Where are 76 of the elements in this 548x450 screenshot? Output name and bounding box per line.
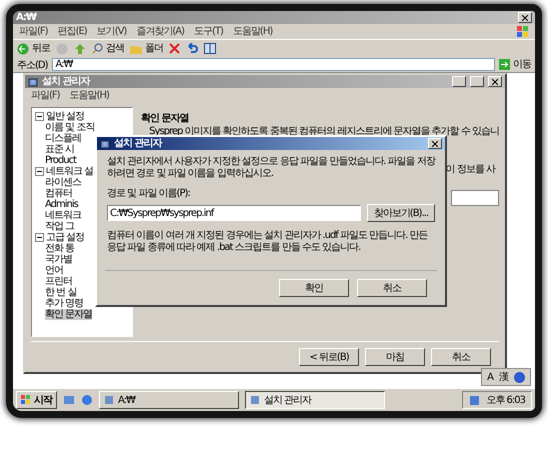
collapse-icon[interactable] <box>35 112 44 121</box>
dialog-button[interactable]: 확인 <box>279 279 349 297</box>
wizard-button[interactable]: < 뒤로(B) <box>299 348 359 366</box>
taskbar-button[interactable]: 설치 관리자 <box>245 391 385 409</box>
close-icon <box>432 140 438 146</box>
menu-item[interactable]: 파일(F) <box>19 26 48 38</box>
tree-item[interactable]: 표준 시 <box>45 144 74 155</box>
tree-item[interactable]: Adminis <box>45 199 78 210</box>
text-field[interactable] <box>451 190 499 206</box>
minimize-button[interactable] <box>452 76 466 87</box>
menu-item[interactable]: 파일(F) <box>31 90 60 102</box>
field-label: 경로 및 파일 이름(P): <box>107 188 191 200</box>
page-heading: 확인 문자열 <box>141 113 190 125</box>
menu-item[interactable]: 도구(T) <box>194 26 223 38</box>
collapse-icon[interactable] <box>35 233 44 242</box>
tree-item[interactable]: 프린터 <box>45 276 72 287</box>
back-button[interactable]: 뒤로 <box>17 42 50 54</box>
address-label: 주소(D) <box>17 58 48 72</box>
tree-item[interactable]: Product <box>45 155 76 166</box>
close-button[interactable] <box>428 138 442 149</box>
tree-item[interactable]: 이름 및 조직 <box>45 122 94 133</box>
dialog-message: 설치 관리자에서 사용자가 지정한 설정으로 응답 파일을 만들었습니다. 파일을 저장하려면 경로 및 파일 이름을 입력하십시오. <box>107 156 435 180</box>
path-field[interactable]: C:₩Sysprep₩sysprep.inf <box>107 205 361 221</box>
maximize-button[interactable] <box>470 76 484 87</box>
tree-item[interactable]: 작업 그 <box>45 221 74 232</box>
close-icon <box>522 14 528 20</box>
tree-item[interactable]: 국가별 <box>45 254 72 265</box>
tree-item[interactable]: 네트워크 <box>45 210 81 221</box>
menu-item[interactable]: 도움말(H) <box>70 90 109 102</box>
tree-item[interactable]: 디스플레 <box>45 133 81 144</box>
views-icon[interactable] <box>204 43 216 54</box>
window-title: 설치 관리자 <box>42 76 91 88</box>
menu-item[interactable]: 편집(E) <box>58 26 87 38</box>
close-button[interactable] <box>518 12 532 23</box>
tree-item[interactable]: 추가 명령 <box>45 298 84 309</box>
wizard-button[interactable]: 마침 <box>365 348 425 366</box>
windows-logo-icon <box>517 26 529 38</box>
menu-item[interactable]: 즐겨찾기(A) <box>136 26 184 38</box>
folders-button[interactable]: 폴더 <box>130 42 163 54</box>
language-indicator[interactable]: 漢 <box>499 370 508 384</box>
tree-item[interactable]: 네트워크 설 <box>46 166 94 177</box>
close-icon <box>492 78 498 84</box>
address-field[interactable]: A:₩ <box>52 58 495 71</box>
dialog-note: 컴퓨터 이름이 여러 개 지정된 경우에는 설치 관리자가 .udf 파일도 만듭니다. 만든 응답 파일 종류에 따라 예제 .bat 스크립트를 만들 수도 있습니다. <box>107 230 429 254</box>
window-title: A:₩ <box>16 12 38 24</box>
tree-item[interactable]: 라이센스 <box>45 177 81 188</box>
language-indicator[interactable]: A <box>487 372 493 382</box>
setup-manager-icon <box>28 76 38 86</box>
browse-button[interactable]: 찾아보기(B)... <box>366 204 435 222</box>
taskbar-button[interactable]: A:₩ <box>99 391 239 409</box>
tree-item[interactable]: 한 번 실 <box>45 287 76 298</box>
delete-icon[interactable] <box>169 43 180 54</box>
tree-item[interactable]: 컴퓨터 <box>45 188 72 199</box>
page-description: Sysprep 이미지를 확인하도록 중복된 컴퓨터의 레지스트리에 문자열을 추가할 수 있습니 <box>148 126 499 138</box>
tree-item[interactable]: 확인 문자열 <box>45 309 92 320</box>
dialog-title: 설치 관리자 <box>114 138 163 150</box>
search-icon <box>92 43 103 54</box>
menu-item[interactable]: 도움말(H) <box>232 26 272 38</box>
tree-item[interactable]: 전화 통 <box>45 243 74 254</box>
dialog-button[interactable]: 취소 <box>357 279 427 297</box>
folder-icon <box>130 44 142 54</box>
search-button[interactable]: 검색 <box>92 42 124 54</box>
go-button[interactable]: 이동 <box>499 58 531 70</box>
arrow-icon <box>499 59 510 70</box>
wizard-button[interactable]: 취소 <box>431 348 491 366</box>
menu-item[interactable]: 보기(V) <box>96 26 126 38</box>
start-button[interactable]: 시작 <box>16 391 57 409</box>
undo-icon[interactable] <box>186 43 198 54</box>
tree-item[interactable]: 고급 설정 <box>46 232 84 243</box>
setup-manager-icon <box>100 138 110 148</box>
clock: 오후 6:03 <box>486 394 525 407</box>
close-button[interactable] <box>488 76 502 87</box>
tree-item[interactable]: 언어 <box>45 265 63 276</box>
tree-item[interactable]: 일반 설정 <box>46 111 84 122</box>
collapse-icon[interactable] <box>35 167 44 176</box>
windows-logo-icon <box>21 395 31 405</box>
